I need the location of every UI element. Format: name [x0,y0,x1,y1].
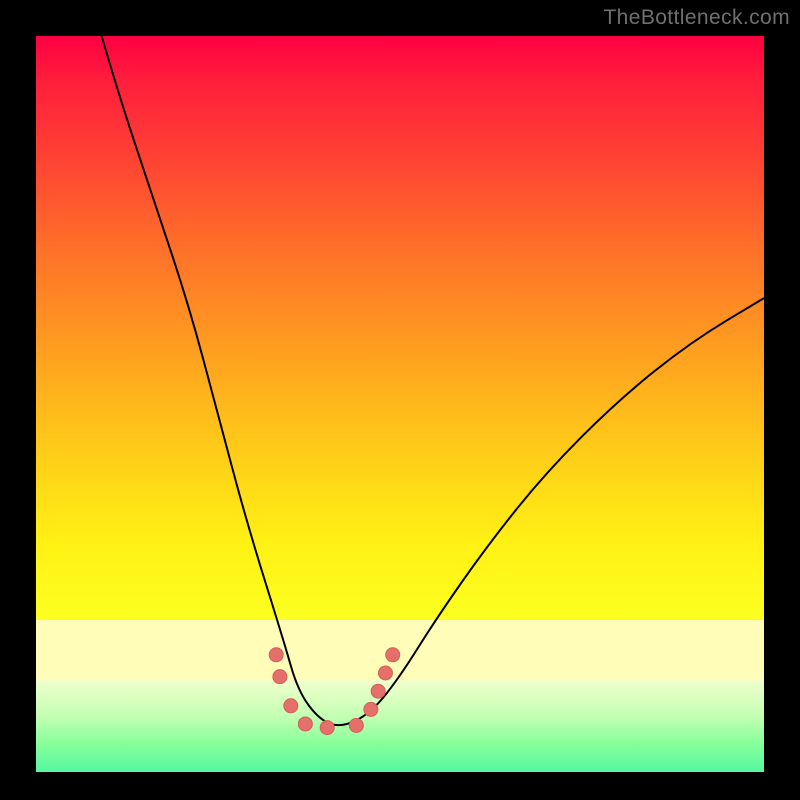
marker-dot [371,684,385,698]
marker-dot [364,702,378,716]
marker-dot [378,666,392,680]
marker-dot [349,718,363,732]
marker-dot [320,721,334,735]
marker-group [269,648,399,735]
marker-dot [284,699,298,713]
marker-dot [386,648,400,662]
watermark-text: TheBottleneck.com [603,6,790,30]
data-point-markers [36,36,764,764]
marker-dot [273,670,287,684]
marker-dot [298,717,312,731]
marker-dot [269,648,283,662]
chart-outer-frame: TheBottleneck.com [0,0,800,800]
